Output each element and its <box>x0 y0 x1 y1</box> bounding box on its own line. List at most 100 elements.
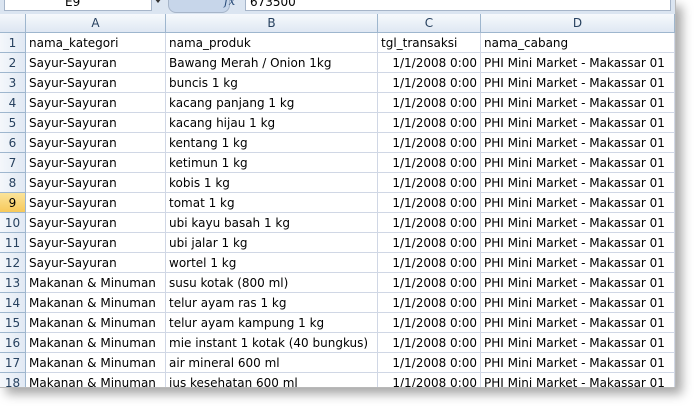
table-cell[interactable]: PHI Mini Market - Makassar 01 <box>481 133 675 153</box>
table-cell[interactable]: 1/1/2008 0:00 <box>378 193 481 213</box>
table-cell[interactable]: PHI Mini Market - Makassar 01 <box>481 113 675 133</box>
table-cell[interactable]: wortel 1 kg <box>166 253 378 273</box>
row-header[interactable]: 7 <box>0 153 26 173</box>
table-cell[interactable]: Makanan & Minuman <box>26 293 166 313</box>
table-cell[interactable]: 1/1/2008 0:00 <box>378 313 481 333</box>
formula-bar-handle[interactable] <box>168 0 230 13</box>
table-cell[interactable]: PHI Mini Market - Makassar 01 <box>481 293 675 313</box>
table-cell[interactable]: 1/1/2008 0:00 <box>378 293 481 313</box>
table-cell[interactable]: Sayur-Sayuran <box>26 153 166 173</box>
row-header[interactable]: 2 <box>0 53 26 73</box>
table-cell[interactable]: susu kotak (800 ml) <box>166 273 378 293</box>
table-cell[interactable]: telur ayam ras 1 kg <box>166 293 378 313</box>
table-cell[interactable]: 1/1/2008 0:00 <box>378 333 481 353</box>
table-cell[interactable]: 1/1/2008 0:00 <box>378 133 481 153</box>
table-cell[interactable]: PHI Mini Market - Makassar 01 <box>481 373 675 387</box>
table-cell[interactable]: Sayur-Sayuran <box>26 233 166 253</box>
table-cell[interactable]: Sayur-Sayuran <box>26 113 166 133</box>
table-cell[interactable]: Sayur-Sayuran <box>26 133 166 153</box>
row-header[interactable]: 18 <box>0 373 26 387</box>
table-cell[interactable]: 1/1/2008 0:00 <box>378 233 481 253</box>
table-cell[interactable]: Sayur-Sayuran <box>26 213 166 233</box>
row-header[interactable]: 13 <box>0 273 26 293</box>
column-header-b[interactable]: B <box>166 14 378 33</box>
table-cell[interactable]: nama_cabang <box>481 33 675 53</box>
row-header[interactable]: 4 <box>0 93 26 113</box>
table-cell[interactable]: PHI Mini Market - Makassar 01 <box>481 273 675 293</box>
table-cell[interactable]: tomat 1 kg <box>166 193 378 213</box>
table-cell[interactable]: buncis 1 kg <box>166 73 378 93</box>
table-cell[interactable]: 1/1/2008 0:00 <box>378 53 481 73</box>
table-cell[interactable]: Makanan & Minuman <box>26 353 166 373</box>
select-all-corner[interactable] <box>0 14 26 33</box>
table-cell[interactable]: PHI Mini Market - Makassar 01 <box>481 253 675 273</box>
table-cell[interactable]: Sayur-Sayuran <box>26 253 166 273</box>
table-cell[interactable]: PHI Mini Market - Makassar 01 <box>481 53 675 73</box>
table-cell[interactable]: nama_produk <box>166 33 378 53</box>
table-cell[interactable]: 1/1/2008 0:00 <box>378 93 481 113</box>
row-header[interactable]: 1 <box>0 33 26 53</box>
row-header[interactable]: 6 <box>0 133 26 153</box>
table-cell[interactable]: air mineral 600 ml <box>166 353 378 373</box>
table-cell[interactable]: 1/1/2008 0:00 <box>378 73 481 93</box>
table-cell[interactable]: Makanan & Minuman <box>26 373 166 387</box>
table-cell[interactable]: ketimun 1 kg <box>166 153 378 173</box>
table-cell[interactable]: PHI Mini Market - Makassar 01 <box>481 173 675 193</box>
row-header[interactable]: 8 <box>0 173 26 193</box>
row-header[interactable]: 3 <box>0 73 26 93</box>
table-cell[interactable]: Makanan & Minuman <box>26 313 166 333</box>
table-cell[interactable]: Sayur-Sayuran <box>26 53 166 73</box>
table-cell[interactable]: Sayur-Sayuran <box>26 73 166 93</box>
table-cell[interactable]: Sayur-Sayuran <box>26 93 166 113</box>
table-cell[interactable]: Bawang Merah / Onion 1kg <box>166 53 378 73</box>
row-header[interactable]: 10 <box>0 213 26 233</box>
table-cell[interactable]: 1/1/2008 0:00 <box>378 213 481 233</box>
table-cell[interactable]: PHI Mini Market - Makassar 01 <box>481 333 675 353</box>
table-cell[interactable]: telur ayam kampung 1 kg <box>166 313 378 333</box>
function-icon[interactable]: fx <box>224 0 235 8</box>
row-header[interactable]: 11 <box>0 233 26 253</box>
table-cell[interactable]: nama_kategori <box>26 33 166 53</box>
table-cell[interactable]: tgl_transaksi <box>378 33 481 53</box>
table-cell[interactable]: 1/1/2008 0:00 <box>378 173 481 193</box>
table-cell[interactable]: 1/1/2008 0:00 <box>378 153 481 173</box>
table-cell[interactable]: kentang 1 kg <box>166 133 378 153</box>
table-cell[interactable]: PHI Mini Market - Makassar 01 <box>481 193 675 213</box>
row-header[interactable]: 14 <box>0 293 26 313</box>
table-cell[interactable]: PHI Mini Market - Makassar 01 <box>481 213 675 233</box>
table-cell[interactable]: 1/1/2008 0:00 <box>378 353 481 373</box>
column-header-a[interactable]: A <box>26 14 166 33</box>
table-cell[interactable]: kacang panjang 1 kg <box>166 93 378 113</box>
table-cell[interactable]: 1/1/2008 0:00 <box>378 113 481 133</box>
row-header[interactable]: 15 <box>0 313 26 333</box>
table-cell[interactable]: Makanan & Minuman <box>26 273 166 293</box>
table-cell[interactable]: 1/1/2008 0:00 <box>378 273 481 293</box>
table-cell[interactable]: Makanan & Minuman <box>26 333 166 353</box>
column-header-d[interactable]: D <box>481 14 675 33</box>
table-cell[interactable]: Sayur-Sayuran <box>26 173 166 193</box>
table-cell[interactable]: PHI Mini Market - Makassar 01 <box>481 73 675 93</box>
row-header[interactable]: 5 <box>0 113 26 133</box>
name-box[interactable]: E9 <box>4 0 152 11</box>
table-cell[interactable]: kobis 1 kg <box>166 173 378 193</box>
row-header[interactable]: 16 <box>0 333 26 353</box>
table-cell[interactable]: kacang hijau 1 kg <box>166 113 378 133</box>
formula-input[interactable]: 673500 <box>245 0 671 11</box>
table-cell[interactable]: 1/1/2008 0:00 <box>378 253 481 273</box>
table-cell[interactable]: PHI Mini Market - Makassar 01 <box>481 93 675 113</box>
row-header[interactable]: 12 <box>0 253 26 273</box>
row-header[interactable]: 17 <box>0 353 26 373</box>
table-cell[interactable]: PHI Mini Market - Makassar 01 <box>481 233 675 253</box>
chevron-down-icon[interactable] <box>154 0 162 3</box>
table-cell[interactable]: ubi jalar 1 kg <box>166 233 378 253</box>
table-cell[interactable]: ubi kayu basah 1 kg <box>166 213 378 233</box>
table-cell[interactable]: PHI Mini Market - Makassar 01 <box>481 313 675 333</box>
table-cell[interactable]: Sayur-Sayuran <box>26 193 166 213</box>
table-cell[interactable]: mie instant 1 kotak (40 bungkus) <box>166 333 378 353</box>
table-cell[interactable]: PHI Mini Market - Makassar 01 <box>481 353 675 373</box>
table-cell[interactable]: jus kesehatan 600 ml <box>166 373 378 387</box>
column-header-c[interactable]: C <box>378 14 481 33</box>
table-cell[interactable]: 1/1/2008 0:00 <box>378 373 481 387</box>
table-cell[interactable]: PHI Mini Market - Makassar 01 <box>481 153 675 173</box>
row-header[interactable]: 9 <box>0 193 26 213</box>
